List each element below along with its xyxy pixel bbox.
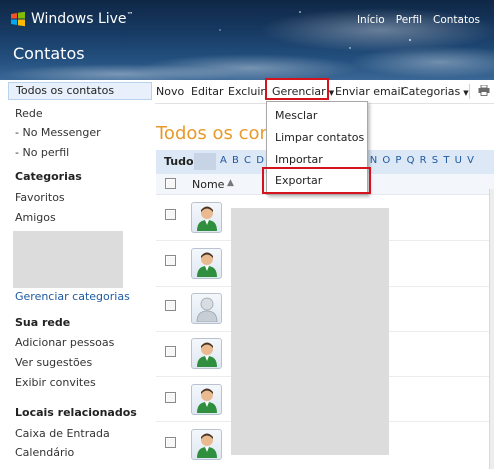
menu-item-clean-contacts[interactable]: Limpar contatos [275,131,364,144]
sidebar-item-profile[interactable]: - No perfil [15,146,69,159]
brand-name: Windows Live [31,11,127,27]
left-sidebar: Todos os contatos Rede - No Messenger - … [0,80,155,469]
network-heading: Sua rede [15,316,71,329]
send-email-button[interactable]: Enviar email [335,85,404,98]
nav-perfil[interactable]: Perfil [396,14,422,26]
windows-live-brand[interactable]: Windows Live ™ [10,11,134,27]
edit-button[interactable]: Editar [191,85,224,98]
contact-avatar[interactable] [191,202,222,233]
see-suggestions-link[interactable]: Ver sugestões [15,356,92,369]
chevron-down-icon: ▼ [463,89,469,97]
menu-item-merge[interactable]: Mesclar [275,109,317,122]
person-green-icon [197,388,217,413]
filter-all[interactable]: Tudo [164,155,194,168]
row-checkbox[interactable] [165,255,176,266]
page-title: Contatos [13,44,85,63]
print-icon[interactable] [478,85,490,96]
toolbar-divider [469,84,470,99]
add-people-link[interactable]: Adicionar pessoas [15,336,114,349]
chevron-down-icon: ▼ [328,89,335,97]
sidebar-item-messenger[interactable]: - No Messenger [15,126,101,139]
manage-categories-link[interactable]: Gerenciar categorias [15,290,130,303]
row-checkbox[interactable] [165,209,176,220]
nav-inicio[interactable]: Início [357,14,385,26]
redacted-categories [13,231,123,288]
person-green-icon [197,342,217,367]
categories-heading: Categorias [15,170,82,183]
person-green-icon [197,433,217,458]
sidebar-item-all-contacts[interactable]: Todos os contatos [8,82,152,100]
row-checkbox[interactable] [165,392,176,403]
menu-item-import[interactable]: Importar [275,153,323,166]
inbox-link[interactable]: Caixa de Entrada [15,427,110,440]
contact-avatar[interactable] [191,384,222,415]
nav-contatos[interactable]: Contatos [433,14,480,26]
person-green-icon [197,206,217,231]
row-checkbox[interactable] [165,346,176,357]
sidebar-item-favorites[interactable]: Favoritos [15,191,65,204]
export-highlight-box [262,167,371,194]
person-green-icon [197,252,217,277]
header-bar: Windows Live ™ Início Perfil Contatos Con… [0,0,494,80]
contact-avatar[interactable] [191,248,222,279]
brand-trademark: ™ [126,11,134,19]
calendar-link[interactable]: Calendário [15,446,74,459]
redacted-filter [194,153,216,170]
contact-avatar[interactable] [191,338,222,369]
categories-button[interactable]: Categorias ▼ [401,85,469,98]
manage-highlight-box [265,78,329,100]
row-checkbox[interactable] [165,300,176,311]
windows-live-logo-icon [11,11,25,27]
contact-avatar[interactable] [191,293,222,324]
person-gray-icon [196,297,218,322]
categories-label: Categorias [401,85,461,98]
sort-up-icon[interactable]: ▲ [227,178,234,188]
redacted-contact-names [231,208,389,455]
scrollbar[interactable] [489,189,494,469]
delete-button[interactable]: Excluir [228,85,265,98]
show-invites-link[interactable]: Exibir convites [15,376,96,389]
column-name[interactable]: Nome [192,178,224,191]
related-places-heading: Locais relacionados [15,406,137,419]
sidebar-item-network[interactable]: Rede [15,107,43,120]
top-navigation: Início Perfil Contatos [357,14,480,26]
row-checkbox[interactable] [165,437,176,448]
sidebar-item-friends[interactable]: Amigos [15,211,56,224]
select-all-checkbox[interactable] [165,178,176,189]
contact-avatar[interactable] [191,429,222,460]
new-button[interactable]: Novo [156,85,184,98]
